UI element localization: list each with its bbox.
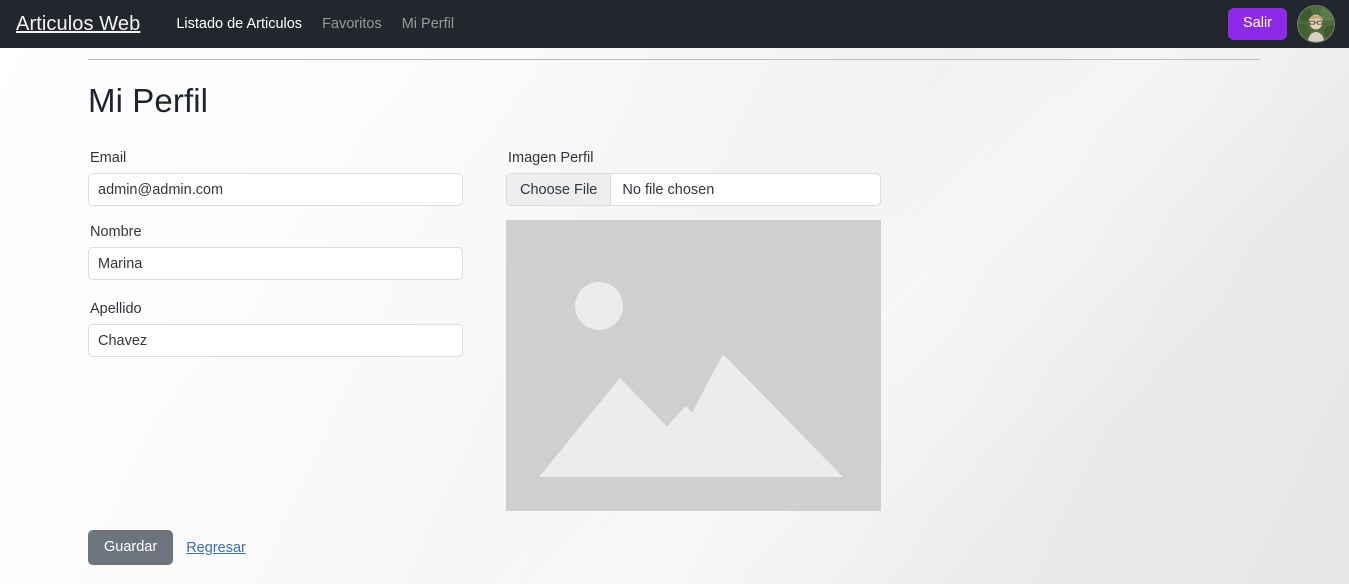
field-nombre: Nombre (88, 224, 484, 280)
profile-image-preview (506, 220, 881, 511)
email-input[interactable] (88, 173, 463, 206)
form-right-column: Imagen Perfil Choose File No file chosen (506, 150, 882, 529)
nombre-input[interactable] (88, 247, 463, 280)
nav-item-mi-perfil[interactable]: Mi Perfil (392, 10, 464, 38)
nav-item-listado-de-articulos[interactable]: Listado de Articulos (166, 10, 312, 38)
top-navbar: Articulos Web Listado de Articulos Favor… (0, 0, 1349, 48)
nav-item-favoritos[interactable]: Favoritos (312, 10, 392, 38)
header-divider (88, 59, 1260, 60)
form-columns: Email Nombre Apellido Imagen Perfil Choo… (88, 150, 1261, 529)
file-status-text: No file chosen (622, 181, 715, 198)
placeholder-sun-icon (575, 282, 623, 330)
apellido-label: Apellido (90, 301, 142, 317)
email-label: Email (90, 150, 127, 166)
nombre-label: Nombre (90, 224, 142, 240)
avatar[interactable] (1297, 5, 1335, 43)
navbar-right-group: Salir (1227, 5, 1341, 43)
page-title: Mi Perfil (88, 82, 209, 119)
apellido-input[interactable] (88, 324, 463, 357)
choose-file-button[interactable]: Choose File (507, 174, 612, 205)
page-container: Mi Perfil Email Nombre Apellido Imagen P… (0, 59, 1349, 566)
imagen-perfil-label: Imagen Perfil (508, 150, 594, 166)
form-left-column: Email Nombre Apellido (88, 150, 484, 529)
field-imagen-perfil: Imagen Perfil Choose File No file chosen (506, 150, 882, 511)
nav-links: Listado de Articulos Favoritos Mi Perfil (166, 10, 464, 38)
save-button[interactable]: Guardar (88, 530, 174, 566)
profile-image-file-input[interactable]: Choose File No file chosen (506, 173, 881, 206)
back-link[interactable]: Regresar (186, 540, 246, 556)
form-actions: Guardar Regresar (88, 530, 246, 566)
avatar-photo-icon (1298, 6, 1334, 42)
logout-button[interactable]: Salir (1227, 8, 1287, 40)
field-apellido: Apellido (88, 301, 484, 357)
field-email: Email (88, 150, 484, 206)
brand-logo[interactable]: Articulos Web (10, 13, 146, 36)
